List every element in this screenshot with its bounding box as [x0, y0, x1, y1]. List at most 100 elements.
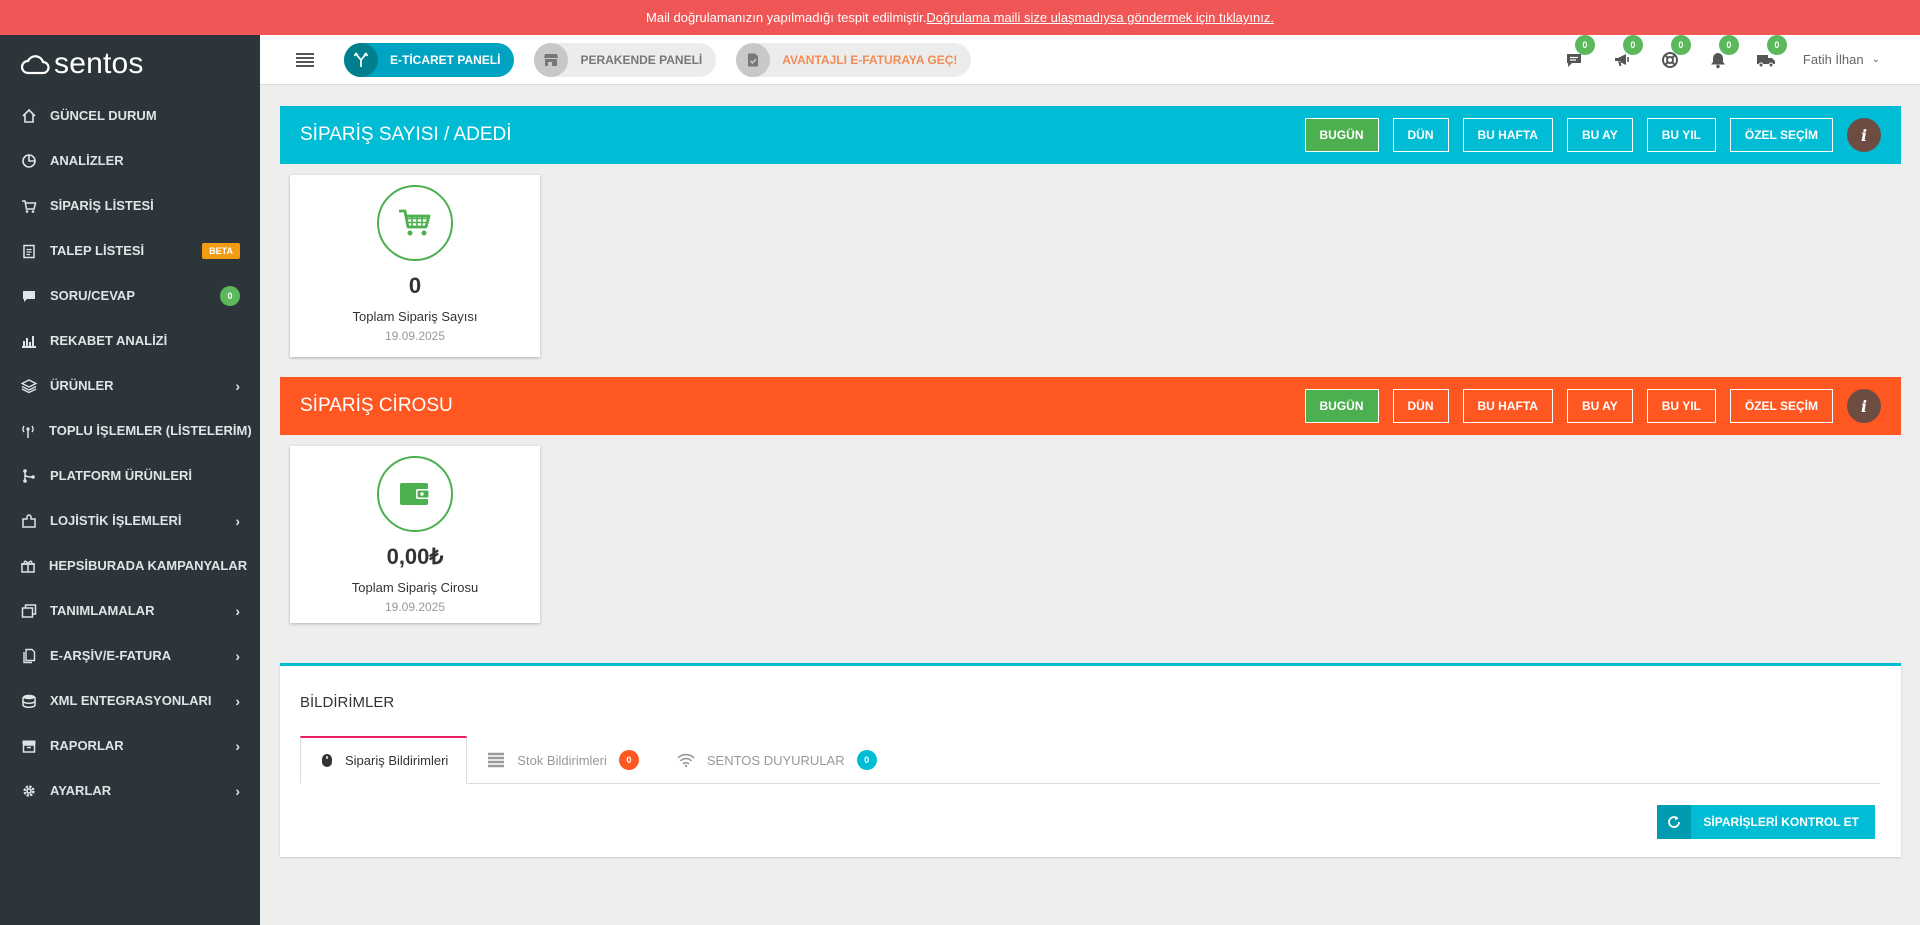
order-revenue-panel-title: SİPARİŞ CİROSU: [300, 395, 453, 416]
chevron-right-icon: ›: [235, 647, 240, 664]
sidebar-item-label: XML ENTEGRASYONLARI: [50, 693, 212, 708]
sidebar: sentos GÜNCEL DURUM ANALİZLER SİPARİŞ Lİ…: [0, 35, 260, 925]
invoice-icon: [736, 42, 771, 77]
order-revenue-panel-header: SİPARİŞ CİROSU BUGÜN DÜN BU HAFTA BU AY …: [280, 377, 1901, 435]
pill-label: PERAKENDE PANELİ: [580, 52, 703, 67]
chevron-down-icon: ⌄: [1871, 54, 1880, 65]
perakende-panel-button[interactable]: PERAKENDE PANELİ: [534, 42, 717, 77]
sidebar-item-siparis-listesi[interactable]: SİPARİŞ LİSTESİ: [0, 183, 260, 228]
sidebar-item-label: GÜNCEL DURUM: [50, 108, 157, 123]
resend-verification-link[interactable]: Doğrulama maili size ulaşmadıysa gönderm…: [926, 10, 1274, 25]
sidebar-item-raporlar[interactable]: RAPORLAR ›: [0, 723, 260, 768]
sidebar-item-label: PLATFORM ÜRÜNLERİ: [50, 468, 193, 483]
filter-this-week-button[interactable]: BU HAFTA: [1462, 118, 1553, 152]
order-count-panel-header: SİPARİŞ SAYISI / ADEDİ BUGÜN DÜN BU HAFT…: [280, 106, 1901, 164]
order-count-card: 0 Toplam Sipariş Sayısı 19.09.2025: [290, 175, 540, 357]
sentos-logo[interactable]: sentos: [0, 35, 260, 93]
order-revenue-label: Toplam Sipariş Cirosu: [351, 580, 479, 595]
announcements-count-badge: 0: [1622, 34, 1643, 55]
sidebar-item-analizler[interactable]: ANALİZLER: [0, 138, 260, 183]
filter-this-year-button[interactable]: BU YIL: [1646, 118, 1716, 152]
chevron-right-icon: ›: [235, 737, 240, 754]
sidebar-item-toplu-islemler[interactable]: TOPLU İŞLEMLER (LİSTELERİM): [0, 408, 260, 453]
tab-stock-notifications[interactable]: Stok Bildirimleri 0: [467, 736, 657, 784]
wallet-icon: [377, 456, 453, 532]
sidebar-item-tanimlamalar[interactable]: TANIMLAMALAR ›: [0, 588, 260, 633]
hamburger-menu-icon[interactable]: [296, 52, 314, 67]
sidebar-item-label: TALEP LİSTESİ: [50, 243, 145, 258]
user-menu[interactable]: Fatih İlhan ⌄: [1803, 52, 1880, 67]
chat-icon: [20, 287, 37, 304]
info-icon[interactable]: i: [1847, 389, 1881, 423]
beta-badge: BETA: [202, 242, 240, 259]
e-fatura-promo-button[interactable]: AVANTAJLI E-FATURAYA GEÇ!: [736, 42, 972, 77]
sidebar-item-label: REKABET ANALİZİ: [50, 333, 168, 348]
notifications-panel: BİLDİRİMLER Sipariş Bildirimleri Stok Bi…: [280, 663, 1901, 857]
tab-order-notifications[interactable]: Sipariş Bildirimleri: [300, 736, 468, 784]
tab-label: SENTOS DUYURULAR: [706, 752, 845, 768]
filter-custom-range-button[interactable]: ÖZEL SEÇİM: [1729, 389, 1833, 423]
archive-icon: [20, 737, 37, 754]
sidebar-item-label: E-ARŞİV/E-FATURA: [50, 648, 172, 663]
bell-icon[interactable]: 0: [1707, 34, 1739, 71]
sidebar-item-urunler[interactable]: ÜRÜNLER ›: [0, 363, 260, 408]
sidebar-item-hepsiburada-kampanyalar[interactable]: HEPSİBURADA KAMPANYALAR: [0, 543, 260, 588]
filter-this-week-button[interactable]: BU HAFTA: [1462, 389, 1553, 423]
store-icon: [534, 42, 569, 77]
sidebar-item-talep-listesi[interactable]: TALEP LİSTESİ BETA: [0, 228, 260, 273]
filter-yesterday-button[interactable]: DÜN: [1392, 118, 1449, 152]
sidebar-item-xml-entegrasyonlari[interactable]: XML ENTEGRASYONLARI ›: [0, 678, 260, 723]
filter-this-month-button[interactable]: BU AY: [1566, 389, 1633, 423]
sidebar-item-label: RAPORLAR: [50, 738, 124, 753]
order-revenue-card: 0,00₺ Toplam Sipariş Cirosu 19.09.2025: [290, 446, 540, 623]
top-header: E-TİCARET PANELİ PERAKENDE PANELİ AVANTA…: [260, 34, 1920, 85]
filter-today-button[interactable]: BUGÜN: [1304, 118, 1379, 152]
notifications-count-badge: 0: [1718, 34, 1739, 55]
order-count-date: 19.09.2025: [384, 329, 446, 343]
filter-yesterday-button[interactable]: DÜN: [1392, 389, 1449, 423]
tab-label: Stok Bildirimleri: [517, 752, 607, 768]
e-ticaret-panel-button[interactable]: E-TİCARET PANELİ: [344, 42, 515, 77]
check-orders-button[interactable]: SİPARİŞLERİ KONTROL ET: [1657, 805, 1875, 839]
fork-icon: [344, 42, 378, 77]
messages-count-badge: 0: [1574, 34, 1595, 55]
support-count-badge: 0: [1670, 34, 1691, 55]
truck-icon[interactable]: 0: [1755, 34, 1787, 71]
sidebar-item-ayarlar[interactable]: AYARLAR ›: [0, 768, 260, 813]
check-orders-label: SİPARİŞLERİ KONTROL ET: [1703, 815, 1859, 829]
filter-custom-range-button[interactable]: ÖZEL SEÇİM: [1729, 118, 1833, 152]
sidebar-item-platform-urunleri[interactable]: PLATFORM ÜRÜNLERİ: [0, 453, 260, 498]
sidebar-item-lojistik-islemleri[interactable]: LOJİSTİK İŞLEMLERİ ›: [0, 498, 260, 543]
order-count-panel-title: SİPARİŞ SAYISI / ADEDİ: [300, 124, 512, 145]
mouse-icon: [321, 753, 333, 768]
banner-text: Mail doğrulamanızın yapılmadığı tespit e…: [646, 10, 927, 25]
chevron-right-icon: ›: [235, 602, 240, 619]
bar-chart-icon: [20, 332, 37, 349]
gift-icon: [20, 557, 36, 574]
support-lifebuoy-icon[interactable]: 0: [1659, 34, 1691, 71]
filter-this-year-button[interactable]: BU YIL: [1646, 389, 1716, 423]
tab-label: Sipariş Bildirimleri: [345, 753, 449, 768]
info-icon[interactable]: i: [1847, 118, 1881, 152]
sidebar-item-label: ANALİZLER: [50, 153, 124, 168]
refresh-icon: [1657, 805, 1692, 839]
sidebar-menu: GÜNCEL DURUM ANALİZLER SİPARİŞ LİSTESİ T…: [0, 93, 260, 813]
sidebar-item-rekabet-analizi[interactable]: REKABET ANALİZİ: [0, 318, 260, 363]
sidebar-item-guncel-durum[interactable]: GÜNCEL DURUM: [0, 93, 260, 138]
home-icon: [20, 107, 37, 124]
layers-icon: [20, 377, 37, 394]
filter-today-button[interactable]: BUGÜN: [1304, 389, 1379, 423]
cart-icon: [377, 185, 453, 261]
messages-icon[interactable]: 0: [1563, 34, 1595, 71]
notifications-tabs: Sipariş Bildirimleri Stok Bildirimleri 0…: [300, 736, 1880, 784]
announcements-count-badge: 0: [856, 750, 877, 770]
logo-text: sentos: [54, 47, 144, 80]
sidebar-item-soru-cevap[interactable]: SORU/CEVAP 0: [0, 273, 260, 318]
windows-icon: [20, 602, 37, 619]
sidebar-item-label: LOJİSTİK İŞLEMLERİ: [50, 513, 182, 528]
megaphone-icon[interactable]: 0: [1611, 34, 1643, 71]
filter-this-month-button[interactable]: BU AY: [1566, 118, 1633, 152]
tab-sentos-announcements[interactable]: SENTOS DUYURULAR 0: [657, 736, 895, 784]
order-count-value: 0: [408, 273, 422, 298]
sidebar-item-e-arsiv-e-fatura[interactable]: E-ARŞİV/E-FATURA ›: [0, 633, 260, 678]
